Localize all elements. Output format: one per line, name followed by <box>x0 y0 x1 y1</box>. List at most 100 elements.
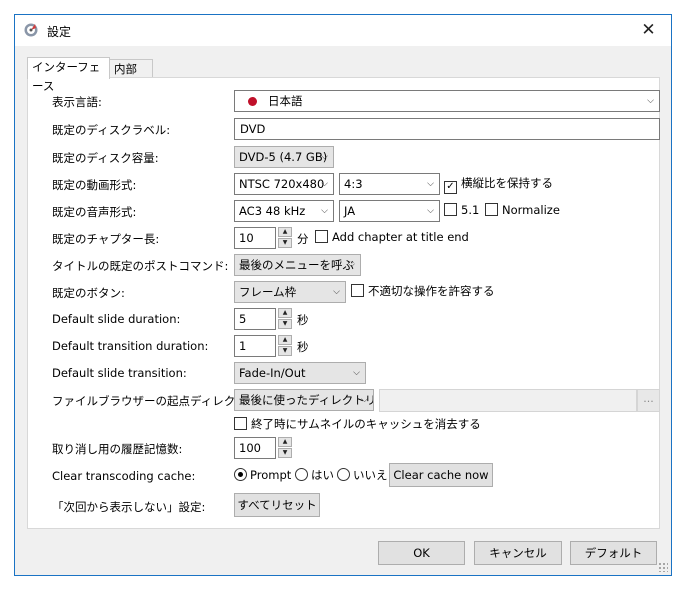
tab-interface[interactable]: インターフェース <box>27 57 110 93</box>
keep-aspect-label: 横縦比を保持する <box>461 176 553 190</box>
chevron-down-icon: ⌵ <box>321 206 328 216</box>
radio-prompt-label: Prompt <box>250 468 292 482</box>
spin-down-icon[interactable]: ▼ <box>278 319 292 329</box>
normalize-checkbox[interactable]: Normalize <box>485 203 560 219</box>
clear-thumbs-checkbox[interactable]: 終了時にサムネイルのキャッシュを消去する <box>234 417 481 433</box>
clear-cache-now-button[interactable]: Clear cache now <box>389 463 493 487</box>
spin-down-icon[interactable]: ▼ <box>278 238 292 248</box>
post-command-label: タイトルの既定のポストコマンド: <box>52 259 229 273</box>
transition-duration-input[interactable]: 1 <box>234 335 276 357</box>
slide-duration-input[interactable]: 5 <box>234 308 276 330</box>
surround-checkbox[interactable]: 5.1 <box>444 203 479 219</box>
slide-transition-select[interactable]: Fade-In/Out ⌵ <box>234 362 366 384</box>
radio-selected-icon <box>234 468 247 481</box>
undo-history-stepper[interactable]: 100 ▲ ▼ <box>234 437 292 459</box>
clear-thumbs-label: 終了時にサムネイルのキャッシュを消去する <box>251 417 481 431</box>
audio-language-value: JA <box>344 204 356 218</box>
radio-yes[interactable]: はい <box>295 468 334 484</box>
checkmark-icon: ✓ <box>444 181 457 194</box>
spin-up-icon[interactable]: ▲ <box>278 335 292 345</box>
disc-capacity-value: DVD-5 (4.7 GB) <box>239 150 328 164</box>
post-command-value: 最後のメニューを呼ぶ <box>239 258 354 272</box>
transcode-cache-label: Clear transcoding cache: <box>52 469 196 483</box>
spin-up-icon[interactable]: ▲ <box>278 437 292 447</box>
slide-duration-unit: 秒 <box>297 313 309 327</box>
slide-duration-stepper[interactable]: 5 ▲ ▼ <box>234 308 292 330</box>
keep-aspect-checkbox[interactable]: ✓ 横縦比を保持する <box>444 176 553 194</box>
radio-prompt[interactable]: Prompt <box>234 468 291 484</box>
default-button-value: フレーム枠 <box>239 285 297 299</box>
chevron-down-icon: ⌵ <box>427 179 434 189</box>
app-icon <box>24 23 38 37</box>
add-chapter-checkbox[interactable]: Add chapter at title end <box>315 230 469 246</box>
spin-up-icon[interactable]: ▲ <box>278 308 292 318</box>
radio-icon <box>337 468 350 481</box>
radio-no-label: いいえ <box>353 468 388 482</box>
checkbox-icon <box>315 230 328 243</box>
spin-down-icon[interactable]: ▼ <box>278 448 292 458</box>
browser-start-select[interactable]: 最後に使ったディレクトリ ⌵ <box>234 389 374 411</box>
slide-transition-label: Default slide transition: <box>52 366 187 380</box>
checkbox-icon <box>351 284 364 297</box>
chapter-length-label: 既定のチャプター長: <box>52 232 160 246</box>
spin-down-icon[interactable]: ▼ <box>278 346 292 356</box>
cancel-button[interactable]: キャンセル <box>474 541 562 565</box>
undo-history-input[interactable]: 100 <box>234 437 276 459</box>
browse-button: ... <box>637 389 660 412</box>
disc-capacity-select[interactable]: DVD-5 (4.7 GB) ⌵ <box>234 146 334 168</box>
language-label: 表示言語: <box>52 95 102 109</box>
audio-language-select[interactable]: JA ⌵ <box>339 200 440 222</box>
window-title: 設定 <box>47 25 72 39</box>
radio-yes-label: はい <box>311 468 334 482</box>
default-button-select[interactable]: フレーム枠 ⌵ <box>234 281 346 303</box>
chevron-down-icon: ⌵ <box>427 206 434 216</box>
post-command-select[interactable]: 最後のメニューを呼ぶ ⌵ <box>234 254 361 276</box>
allow-bad-ops-checkbox[interactable]: 不適切な操作を許容する <box>351 284 495 300</box>
surround-label: 5.1 <box>461 203 480 217</box>
browser-start-value: 最後に使ったディレクトリ <box>239 393 374 407</box>
close-button[interactable]: ✕ <box>626 15 671 46</box>
chevron-down-icon: ⌵ <box>348 260 355 270</box>
chevron-down-icon: ⌵ <box>361 395 368 405</box>
default-button[interactable]: デフォルト <box>570 541 657 565</box>
video-standard-select[interactable]: NTSC 720x480 ⌵ <box>234 173 334 195</box>
audio-format-label: 既定の音声形式: <box>52 205 137 219</box>
language-select[interactable]: 日本語 ⌵ <box>234 90 660 112</box>
tab-panel: 表示言語: 日本語 ⌵ 既定のディスクラベル: DVD 既定のディスク容量: D… <box>27 77 660 529</box>
transition-duration-unit: 秒 <box>297 340 309 354</box>
radio-no[interactable]: いいえ <box>337 468 388 484</box>
chapter-length-input[interactable]: 10 <box>234 227 276 249</box>
spin-up-icon[interactable]: ▲ <box>278 227 292 237</box>
slide-transition-value: Fade-In/Out <box>239 366 306 380</box>
resize-grip-icon[interactable] <box>658 562 668 572</box>
allow-bad-ops-label: 不適切な操作を許容する <box>368 284 495 298</box>
aspect-ratio-select[interactable]: 4:3 ⌵ <box>339 173 440 195</box>
transition-duration-stepper[interactable]: 1 ▲ ▼ <box>234 335 292 357</box>
slide-duration-label: Default slide duration: <box>52 312 181 326</box>
dont-show-label: 「次回から表示しない」設定: <box>52 500 206 514</box>
checkbox-icon <box>444 203 457 216</box>
default-button-label: 既定のボタン: <box>52 286 125 300</box>
chevron-down-icon: ⌵ <box>647 96 654 106</box>
chevron-down-icon: ⌵ <box>321 179 328 189</box>
reset-all-button[interactable]: すべてリセット <box>234 493 320 517</box>
disc-capacity-label: 既定のディスク容量: <box>52 151 159 165</box>
chevron-down-icon: ⌵ <box>321 152 328 162</box>
normalize-label: Normalize <box>502 203 560 217</box>
transition-duration-label: Default transition duration: <box>52 339 209 353</box>
video-standard-value: NTSC 720x480 <box>239 177 325 191</box>
tab-internal[interactable]: 内部 <box>109 59 153 79</box>
disc-label-label: 既定のディスクラベル: <box>52 123 171 137</box>
chevron-down-icon: ⌵ <box>333 287 340 297</box>
language-value: 日本語 <box>268 94 303 108</box>
chapter-length-stepper[interactable]: 10 ▲ ▼ <box>234 227 292 249</box>
settings-dialog: 設定 ✕ インターフェース 内部 表示言語: 日本語 ⌵ 既定のディスクラベル:… <box>14 14 672 576</box>
title-bar: 設定 ✕ <box>15 15 671 46</box>
chapter-unit: 分 <box>297 232 309 246</box>
audio-codec-select[interactable]: AC3 48 kHz ⌵ <box>234 200 334 222</box>
disc-label-input[interactable]: DVD <box>234 118 660 140</box>
browser-start-label: ファイルブラウザーの起点ディレクトリ: <box>52 394 263 408</box>
chevron-down-icon: ⌵ <box>353 368 360 378</box>
ok-button[interactable]: OK <box>378 541 465 565</box>
checkbox-icon <box>234 417 247 430</box>
